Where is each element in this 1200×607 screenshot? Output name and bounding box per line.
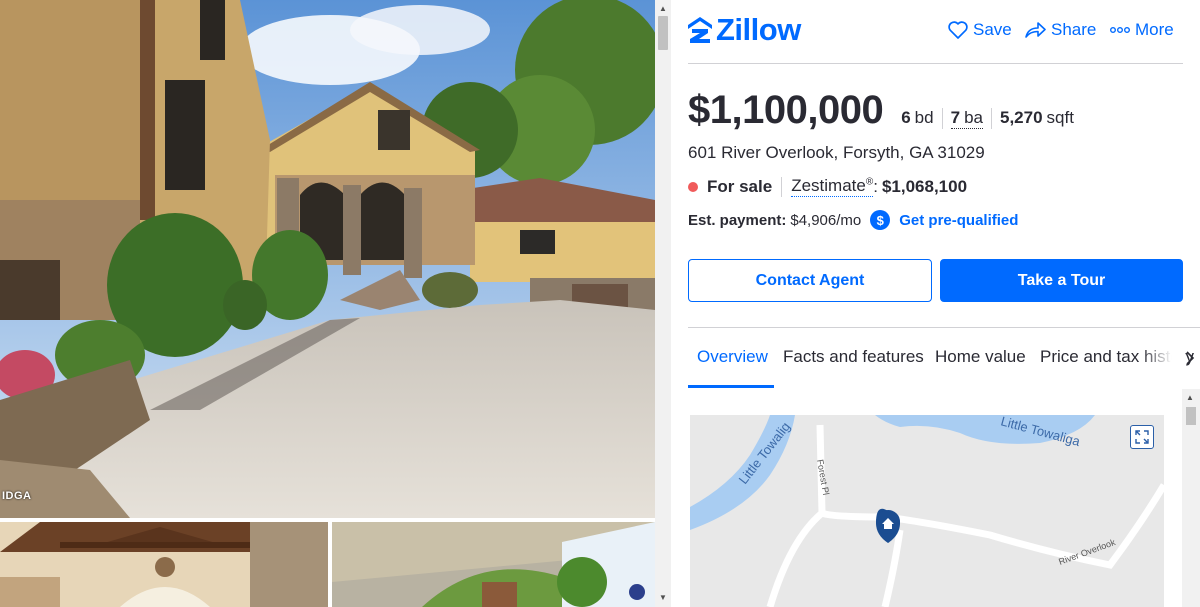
status-row: For sale Zestimate®: $1,068,100	[688, 176, 967, 197]
share-label: Share	[1051, 20, 1097, 39]
sqft-unit: sqft	[1046, 108, 1074, 127]
chevron-right-icon[interactable]	[1183, 348, 1197, 368]
dollar-icon: $	[870, 210, 891, 230]
more-button[interactable]: More	[1110, 20, 1174, 40]
beds-value: 6	[901, 108, 911, 127]
zestimate-link[interactable]: Zestimate®	[791, 176, 874, 197]
payment-label: Est. payment:	[688, 211, 787, 229]
more-dots-icon	[1110, 27, 1130, 33]
tab-overflow-fade	[1141, 328, 1185, 388]
zestimate-value: $1,068,100	[881, 176, 968, 196]
price-row: $1,100,000 6 bd 7 ba 5,270 sqft	[688, 88, 1082, 133]
scrollbar-thumb[interactable]	[658, 16, 668, 50]
beds-fact: 6 bd	[893, 108, 943, 129]
map-expand-button[interactable]	[1130, 425, 1154, 449]
share-icon	[1025, 22, 1046, 38]
photo-gallery: IDGA	[0, 0, 655, 607]
main-listing-photo[interactable]: IDGA	[0, 0, 655, 518]
gallery-scrollbar[interactable]: ▲ ▼	[655, 0, 671, 607]
sqft-value: 5,270	[999, 108, 1043, 127]
divider	[781, 176, 783, 197]
photo-thumbnail-interior[interactable]	[0, 522, 328, 607]
listing-address: 601 River Overlook, Forsyth, GA 31029	[688, 143, 985, 162]
active-tab-indicator	[688, 385, 774, 388]
section-tabs: Overview Facts and features Home value P…	[688, 327, 1200, 389]
listing-status: For sale	[707, 176, 773, 196]
panel-scrollbar[interactable]: ▲	[1182, 389, 1200, 607]
save-label: Save	[973, 20, 1012, 39]
expand-icon	[1135, 430, 1149, 444]
panel-scroll-up-arrow-icon[interactable]: ▲	[1186, 393, 1194, 402]
zestimate-colon: :	[873, 176, 878, 196]
photo-watermark: IDGA	[2, 490, 32, 502]
take-a-tour-button[interactable]: Take a Tour	[940, 259, 1183, 302]
get-prequalified-link[interactable]: Get pre-qualified	[899, 212, 1018, 229]
heart-icon	[948, 21, 968, 39]
listing-details-panel: Zillow Save Share More $1,100,000 6 bd 7…	[671, 0, 1200, 607]
contact-agent-button[interactable]: Contact Agent	[688, 259, 932, 302]
zestimate-label: Zestimate	[791, 176, 866, 195]
zillow-logo-icon	[688, 17, 712, 43]
listing-price: $1,100,000	[688, 88, 884, 132]
baths-value: 7	[950, 108, 961, 127]
panel-header: Zillow Save Share More	[688, 0, 1183, 64]
tab-home-value[interactable]: Home value	[935, 347, 1026, 367]
zillow-logo[interactable]: Zillow	[688, 14, 801, 46]
home-facts: 6 bd 7 ba 5,270 sqft	[893, 108, 1082, 129]
baths-fact[interactable]: 7 ba	[943, 108, 992, 129]
location-map[interactable]: Little Towalig Little Towaliga Forest Pl…	[690, 415, 1164, 607]
tab-facts-and-features[interactable]: Facts and features	[783, 347, 924, 367]
beds-unit: bd	[914, 108, 934, 127]
scroll-down-arrow-icon[interactable]: ▼	[655, 591, 671, 605]
photo-thumbnail-porch[interactable]	[332, 522, 655, 607]
save-button[interactable]: Save	[948, 20, 1012, 40]
for-sale-status-dot-icon	[688, 181, 698, 192]
zillow-logo-text: Zillow	[716, 12, 801, 47]
registered-mark: ®	[865, 176, 874, 188]
scroll-up-arrow-icon[interactable]: ▲	[655, 2, 671, 16]
payment-value: $4,906/mo	[790, 211, 862, 229]
more-label: More	[1135, 20, 1174, 39]
panel-scrollbar-thumb[interactable]	[1186, 407, 1196, 425]
sqft-fact: 5,270 sqft	[992, 108, 1082, 129]
payment-row: Est. payment: $4,906/mo $ Get pre-qualif…	[688, 210, 1018, 230]
tab-overview[interactable]: Overview	[697, 347, 768, 367]
baths-unit: ba	[964, 108, 983, 127]
share-button[interactable]: Share	[1025, 20, 1096, 40]
